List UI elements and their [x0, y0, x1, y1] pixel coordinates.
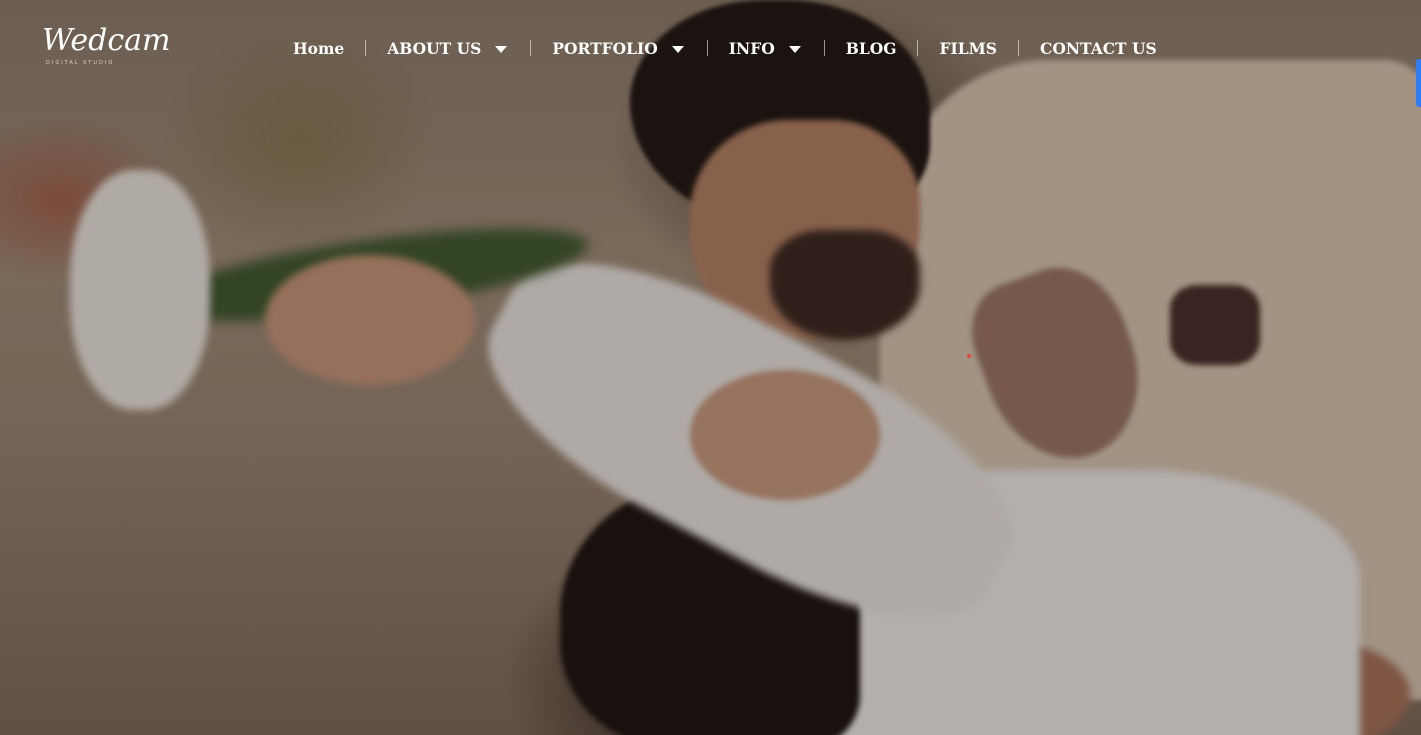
caret-down-icon: [788, 45, 801, 53]
nav-separator: [365, 40, 367, 56]
nav-item-portfolio[interactable]: PORTFOLIO: [552, 38, 684, 58]
nav-item-home[interactable]: Home: [293, 39, 344, 58]
nav-item-label: PORTFOLIO: [552, 38, 658, 58]
nav-item-label: INFO: [728, 38, 775, 58]
nav-separator: [917, 40, 919, 56]
caret-down-icon: [671, 45, 684, 53]
nav-separator: [1018, 40, 1019, 56]
nav-separator: [706, 40, 708, 56]
nav-item-info[interactable]: INFO: [729, 39, 801, 58]
nav-item-contact-us[interactable]: CONTACT US: [1040, 39, 1157, 58]
nav-separator: [823, 40, 825, 56]
logo-text: Wedcam: [42, 23, 171, 58]
nav-item-label: BLOG: [845, 38, 897, 58]
main-nav: Home ABOUT US PORTFOLIO INFO BLOG FILMS …: [282, 33, 1157, 63]
nav-item-blog[interactable]: BLOG: [846, 39, 897, 58]
side-widget-tab[interactable]: [1416, 59, 1421, 107]
nav-item-label: FILMS: [939, 38, 997, 58]
cursor-dot: [967, 354, 971, 358]
nav-item-label: Home: [293, 38, 345, 58]
nav-item-about-us[interactable]: ABOUT US: [387, 38, 508, 58]
nav-item-films[interactable]: FILMS: [939, 39, 997, 58]
caret-down-icon: [495, 45, 508, 53]
site-logo[interactable]: Wedcam DIGITAL STUDIO: [42, 22, 171, 78]
logo-subtitle: DIGITAL STUDIO: [46, 60, 115, 66]
photo-overlay: [0, 0, 1421, 735]
nav-item-label: ABOUT US: [387, 38, 482, 58]
nav-separator: [530, 40, 532, 56]
nav-item-label: CONTACT US: [1040, 38, 1157, 58]
hero-banner: Wedcam DIGITAL STUDIO Home ABOUT US PORT…: [0, 0, 1421, 735]
